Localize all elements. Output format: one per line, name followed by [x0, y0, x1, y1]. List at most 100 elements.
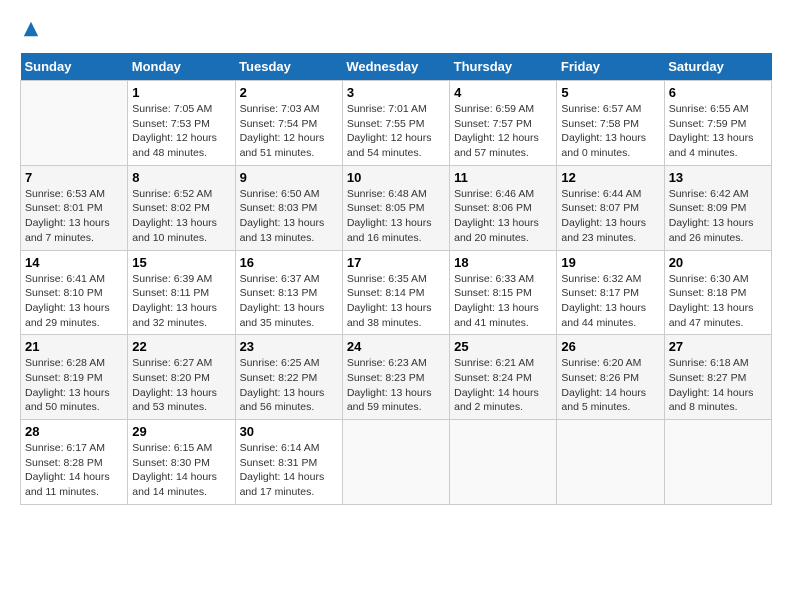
day-header: Wednesday — [342, 53, 449, 81]
calendar-cell: 22Sunrise: 6:27 AMSunset: 8:20 PMDayligh… — [128, 335, 235, 420]
day-info: Sunrise: 6:44 AMSunset: 8:07 PMDaylight:… — [561, 187, 659, 246]
day-number: 11 — [454, 170, 552, 185]
day-info: Sunrise: 6:25 AMSunset: 8:22 PMDaylight:… — [240, 356, 338, 415]
calendar-cell — [21, 81, 128, 166]
day-header: Thursday — [450, 53, 557, 81]
day-info: Sunrise: 6:18 AMSunset: 8:27 PMDaylight:… — [669, 356, 767, 415]
page-header — [20, 20, 772, 43]
calendar-header: SundayMondayTuesdayWednesdayThursdayFrid… — [21, 53, 772, 81]
day-number: 4 — [454, 85, 552, 100]
calendar-cell: 1 Sunrise: 7:05 AMSunset: 7:53 PMDaylight… — [128, 81, 235, 166]
calendar-cell: 12 Sunrise: 6:44 AMSunset: 8:07 PMDayligh… — [557, 165, 664, 250]
day-number: 20 — [669, 255, 767, 270]
day-info: Sunrise: 6:30 AMSunset: 8:18 PMDaylight:… — [669, 272, 767, 331]
calendar-week: 14 Sunrise: 6:41 AMSunset: 8:10 PMDayligh… — [21, 250, 772, 335]
day-number: 30 — [240, 424, 338, 439]
calendar-cell: 21 Sunrise: 6:28 AMSunset: 8:19 PMDayligh… — [21, 335, 128, 420]
day-info: Sunrise: 6:59 AMSunset: 7:57 PMDaylight:… — [454, 102, 552, 161]
calendar-cell: 26 Sunrise: 6:20 AMSunset: 8:26 PMDayligh… — [557, 335, 664, 420]
calendar-cell: 19Sunrise: 6:32 AMSunset: 8:17 PMDayligh… — [557, 250, 664, 335]
day-number: 3 — [347, 85, 445, 100]
day-number: 7 — [25, 170, 123, 185]
calendar-table: SundayMondayTuesdayWednesdayThursdayFrid… — [20, 53, 772, 505]
calendar-cell — [557, 420, 664, 505]
calendar-cell: 20 Sunrise: 6:30 AMSunset: 8:18 PMDayligh… — [664, 250, 771, 335]
calendar-cell: 25Sunrise: 6:21 AMSunset: 8:24 PMDayligh… — [450, 335, 557, 420]
day-info: Sunrise: 7:01 AMSunset: 7:55 PMDaylight:… — [347, 102, 445, 161]
calendar-cell: 16Sunrise: 6:37 AMSunset: 8:13 PMDayligh… — [235, 250, 342, 335]
day-header: Sunday — [21, 53, 128, 81]
day-number: 10 — [347, 170, 445, 185]
day-info: Sunrise: 6:33 AMSunset: 8:15 PMDaylight:… — [454, 272, 552, 331]
day-number: 9 — [240, 170, 338, 185]
day-info: Sunrise: 6:35 AMSunset: 8:14 PMDaylight:… — [347, 272, 445, 331]
day-number: 18 — [454, 255, 552, 270]
day-info: Sunrise: 6:46 AMSunset: 8:06 PMDaylight:… — [454, 187, 552, 246]
day-number: 27 — [669, 339, 767, 354]
day-number: 12 — [561, 170, 659, 185]
day-number: 2 — [240, 85, 338, 100]
day-info: Sunrise: 6:28 AMSunset: 8:19 PMDaylight:… — [25, 356, 123, 415]
header-row: SundayMondayTuesdayWednesdayThursdayFrid… — [21, 53, 772, 81]
calendar-cell: 29Sunrise: 6:15 AMSunset: 8:30 PMDayligh… — [128, 420, 235, 505]
calendar-cell: 7 Sunrise: 6:53 AMSunset: 8:01 PMDaylight… — [21, 165, 128, 250]
day-number: 28 — [25, 424, 123, 439]
calendar-cell: 8 Sunrise: 6:52 AMSunset: 8:02 PMDaylight… — [128, 165, 235, 250]
day-header: Saturday — [664, 53, 771, 81]
calendar-cell: 6 Sunrise: 6:55 AMSunset: 7:59 PMDaylight… — [664, 81, 771, 166]
day-info: Sunrise: 6:57 AMSunset: 7:58 PMDaylight:… — [561, 102, 659, 161]
calendar-week: 28 Sunrise: 6:17 AMSunset: 8:28 PMDayligh… — [21, 420, 772, 505]
day-number: 21 — [25, 339, 123, 354]
calendar-cell: 14 Sunrise: 6:41 AMSunset: 8:10 PMDayligh… — [21, 250, 128, 335]
calendar-cell: 3 Sunrise: 7:01 AMSunset: 7:55 PMDaylight… — [342, 81, 449, 166]
calendar-cell: 15Sunrise: 6:39 AMSunset: 8:11 PMDayligh… — [128, 250, 235, 335]
day-header: Monday — [128, 53, 235, 81]
day-number: 1 — [132, 85, 230, 100]
calendar-cell: 17 Sunrise: 6:35 AMSunset: 8:14 PMDayligh… — [342, 250, 449, 335]
day-number: 5 — [561, 85, 659, 100]
day-info: Sunrise: 6:14 AMSunset: 8:31 PMDaylight:… — [240, 441, 338, 500]
calendar-cell: 23 Sunrise: 6:25 AMSunset: 8:22 PMDayligh… — [235, 335, 342, 420]
logo-icon — [22, 20, 40, 38]
day-number: 13 — [669, 170, 767, 185]
day-number: 25 — [454, 339, 552, 354]
calendar-cell: 9 Sunrise: 6:50 AMSunset: 8:03 PMDaylight… — [235, 165, 342, 250]
day-info: Sunrise: 6:20 AMSunset: 8:26 PMDaylight:… — [561, 356, 659, 415]
day-info: Sunrise: 6:55 AMSunset: 7:59 PMDaylight:… — [669, 102, 767, 161]
day-number: 26 — [561, 339, 659, 354]
day-info: Sunrise: 6:53 AMSunset: 8:01 PMDaylight:… — [25, 187, 123, 246]
day-info: Sunrise: 6:52 AMSunset: 8:02 PMDaylight:… — [132, 187, 230, 246]
day-number: 23 — [240, 339, 338, 354]
calendar-cell: 24Sunrise: 6:23 AMSunset: 8:23 PMDayligh… — [342, 335, 449, 420]
day-info: Sunrise: 6:42 AMSunset: 8:09 PMDaylight:… — [669, 187, 767, 246]
calendar-cell — [342, 420, 449, 505]
calendar-week: 1 Sunrise: 7:05 AMSunset: 7:53 PMDaylight… — [21, 81, 772, 166]
calendar-cell: 5 Sunrise: 6:57 AMSunset: 7:58 PMDaylight… — [557, 81, 664, 166]
calendar-cell: 2Sunrise: 7:03 AMSunset: 7:54 PMDaylight… — [235, 81, 342, 166]
day-info: Sunrise: 6:41 AMSunset: 8:10 PMDaylight:… — [25, 272, 123, 331]
calendar-cell: 11 Sunrise: 6:46 AMSunset: 8:06 PMDayligh… — [450, 165, 557, 250]
calendar-cell — [664, 420, 771, 505]
day-info: Sunrise: 6:50 AMSunset: 8:03 PMDaylight:… — [240, 187, 338, 246]
day-info: Sunrise: 6:17 AMSunset: 8:28 PMDaylight:… — [25, 441, 123, 500]
day-number: 6 — [669, 85, 767, 100]
day-header: Friday — [557, 53, 664, 81]
calendar-week: 21 Sunrise: 6:28 AMSunset: 8:19 PMDayligh… — [21, 335, 772, 420]
calendar-cell: 30 Sunrise: 6:14 AMSunset: 8:31 PMDayligh… — [235, 420, 342, 505]
day-info: Sunrise: 6:32 AMSunset: 8:17 PMDaylight:… — [561, 272, 659, 331]
calendar-cell: 18 Sunrise: 6:33 AMSunset: 8:15 PMDayligh… — [450, 250, 557, 335]
day-number: 14 — [25, 255, 123, 270]
day-number: 15 — [132, 255, 230, 270]
day-header: Tuesday — [235, 53, 342, 81]
calendar-body: 1 Sunrise: 7:05 AMSunset: 7:53 PMDaylight… — [21, 81, 772, 505]
calendar-cell: 4 Sunrise: 6:59 AMSunset: 7:57 PMDaylight… — [450, 81, 557, 166]
day-number: 17 — [347, 255, 445, 270]
logo — [20, 20, 40, 43]
day-info: Sunrise: 6:48 AMSunset: 8:05 PMDaylight:… — [347, 187, 445, 246]
calendar-cell: 13 Sunrise: 6:42 AMSunset: 8:09 PMDayligh… — [664, 165, 771, 250]
day-number: 8 — [132, 170, 230, 185]
day-info: Sunrise: 6:37 AMSunset: 8:13 PMDaylight:… — [240, 272, 338, 331]
calendar-cell — [450, 420, 557, 505]
day-info: Sunrise: 7:05 AMSunset: 7:53 PMDaylight:… — [132, 102, 230, 161]
day-info: Sunrise: 6:27 AMSunset: 8:20 PMDaylight:… — [132, 356, 230, 415]
